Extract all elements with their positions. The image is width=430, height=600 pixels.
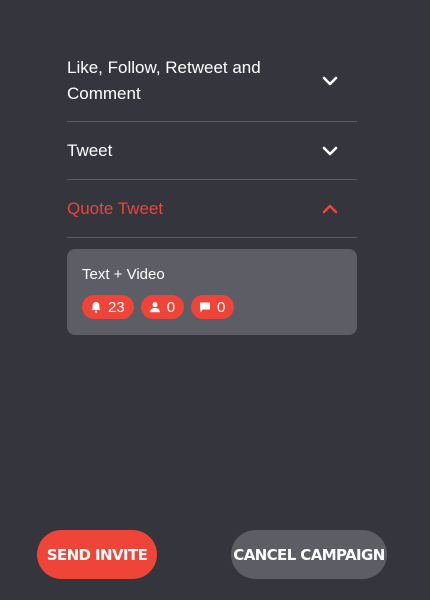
chevron-down-icon[interactable] (321, 75, 339, 87)
quote-tweet-task-card: Text + Video 23 0 0 (67, 249, 357, 335)
users-count: 0 (166, 298, 176, 316)
accordion-item-tweet[interactable]: Tweet (67, 122, 357, 180)
campaign-accordion: Like, Follow, Retweet and Comment Tweet … (67, 40, 357, 238)
send-invite-button[interactable]: SEND INVITE (37, 530, 157, 579)
notifications-badge: 23 (82, 295, 134, 319)
comment-icon (199, 301, 211, 313)
accordion-item-like-follow-retweet-comment[interactable]: Like, Follow, Retweet and Comment (67, 40, 357, 122)
accordion-item-label: Tweet (67, 140, 113, 160)
task-stats: 23 0 0 (82, 295, 235, 319)
accordion-item-label: Quote Tweet (67, 198, 164, 218)
cancel-campaign-button[interactable]: CANCEL CAMPAIGN (231, 530, 387, 579)
chevron-down-icon[interactable] (321, 145, 339, 157)
accordion-item-quote-tweet[interactable]: Quote Tweet (67, 180, 357, 238)
comments-badge: 0 (191, 295, 235, 319)
task-title: Text + Video (82, 266, 165, 283)
chevron-up-icon[interactable] (321, 203, 339, 215)
accordion-item-label: Like, Follow, Retweet and Comment (67, 57, 261, 103)
bell-icon (90, 301, 102, 313)
notifications-count: 23 (108, 298, 125, 316)
user-icon (149, 301, 161, 313)
users-badge: 0 (140, 295, 185, 319)
comments-count: 0 (217, 298, 226, 316)
